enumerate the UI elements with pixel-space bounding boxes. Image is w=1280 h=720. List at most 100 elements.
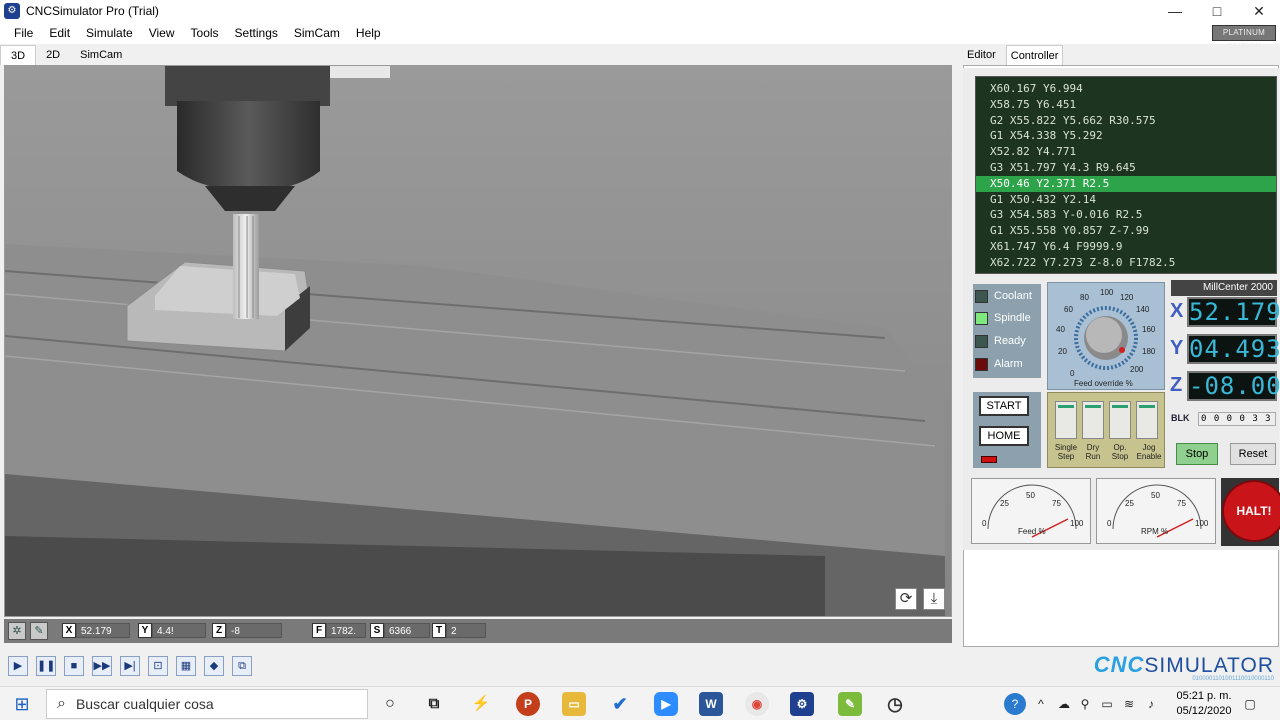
editor-app-icon[interactable]: ✎ (838, 692, 862, 716)
halt-panel: HALT! (1221, 478, 1280, 546)
menu-help[interactable]: Help (348, 22, 389, 44)
select-icon[interactable]: ⊡ (148, 656, 168, 676)
gcode-line: G1 X50.432 Y2.14 (990, 192, 1096, 206)
tab-controller[interactable]: Controller (1005, 45, 1064, 65)
app-lightning-icon[interactable]: ⚡ (469, 692, 493, 716)
battery-icon[interactable]: ▭ (1098, 687, 1116, 720)
stop-icon[interactable]: ■ (64, 656, 84, 676)
status-z: Z -8 (212, 623, 282, 638)
halt-button[interactable]: HALT! (1224, 482, 1280, 540)
jog-enable-label: Jog Enable (1136, 443, 1162, 461)
volume-icon[interactable]: ♪ (1142, 687, 1160, 720)
zoom-icon[interactable]: ▶ (654, 692, 678, 716)
spindle-indicator: Spindle (975, 309, 1031, 327)
film-icon[interactable]: ▦ (176, 656, 196, 676)
single-step-label: Single Step (1054, 443, 1078, 461)
blk-label: BLK (1171, 413, 1190, 423)
gcode-line: X52.82 Y4.771 (990, 145, 1077, 159)
menu-file[interactable]: File (6, 22, 41, 44)
status-speed: S 6366 (370, 623, 430, 638)
gcode-line: X61.747 Y6.4 F9999.9 (990, 239, 1123, 253)
tab-editor[interactable]: Editor (963, 45, 1000, 65)
rpm-gauge: 0 25 50 75 100 RPM % (1096, 478, 1216, 544)
wifi-icon[interactable]: ≋ (1120, 687, 1138, 720)
view-tabs: 3D 2D SimCam (0, 45, 133, 65)
gcode-listing: X60.167 Y6.994 X58.75 Y6.451 G2 X55.822 … (975, 76, 1277, 274)
menu-edit[interactable]: Edit (41, 22, 78, 44)
stop-button[interactable]: Stop (1176, 443, 1218, 465)
start-button[interactable]: START (979, 396, 1029, 416)
todo-icon[interactable]: ✔ (608, 692, 632, 716)
fast-forward-icon[interactable]: ▶▶ (92, 656, 112, 676)
usb-icon[interactable]: ⚲ (1076, 687, 1094, 720)
right-tabs: Editor Controller (963, 45, 1069, 65)
3d-viewport[interactable]: ⟳ ⤓ (4, 65, 952, 617)
cloud-icon[interactable]: ☁ (1054, 687, 1074, 720)
tab-2d[interactable]: 2D (36, 45, 70, 65)
jog-enable-switch[interactable] (1136, 401, 1158, 439)
reset-view-icon[interactable]: ⤓ (923, 588, 945, 610)
export-icon[interactable]: ⧉ (232, 656, 252, 676)
word-icon[interactable]: W (699, 692, 723, 716)
gcode-line: G3 X54.583 Y-0.016 R2.5 (990, 208, 1143, 222)
feed-gauge-label: Feed % (1018, 527, 1046, 536)
gcode-line: G1 X54.338 Y5.292 (990, 129, 1103, 143)
switch-panel: Single Step Dry Run Op. Stop Jog Enable (1047, 392, 1165, 468)
pencil-icon[interactable]: ✎ (30, 622, 48, 640)
home-button[interactable]: HOME (979, 426, 1029, 446)
dro-y-display: 04.493 (1187, 334, 1280, 364)
menu-simulate[interactable]: Simulate (78, 22, 141, 44)
task-view-icon[interactable]: ⧉ (422, 692, 446, 716)
dro-z-display: -08.00 (1187, 371, 1280, 401)
clock-time: 05:21 p. m. (1176, 690, 1232, 702)
spindle-body (177, 101, 320, 191)
windows-start-icon[interactable]: ⊞ (0, 687, 44, 720)
maximize-button[interactable]: □ (1196, 0, 1238, 22)
status-feed: F 1782. (312, 623, 366, 638)
dro-y-label: Y (1170, 337, 1184, 359)
gcode-line: G1 X55.558 Y0.857 Z-7.99 (990, 224, 1149, 238)
op-stop-switch[interactable] (1109, 401, 1131, 439)
render-icon[interactable]: ◆ (204, 656, 224, 676)
minimize-button[interactable]: — (1154, 0, 1196, 22)
taskbar-search[interactable]: ⌕ Buscar cualquier cosa (46, 689, 368, 719)
status-x: X 52.179 (62, 623, 130, 638)
close-button[interactable]: ✕ (1238, 0, 1280, 22)
tab-simcam[interactable]: SimCam (70, 45, 132, 65)
clock-app-icon[interactable]: ◷ (883, 692, 907, 716)
gcode-line: X58.75 Y6.451 (990, 97, 1077, 111)
menu-settings[interactable]: Settings (227, 22, 286, 44)
gcode-line: X60.167 Y6.994 (990, 82, 1083, 95)
tab-3d[interactable]: 3D (0, 45, 37, 65)
step-icon[interactable]: ▶| (120, 656, 140, 676)
reset-button[interactable]: Reset (1230, 443, 1276, 465)
gcode-line: G2 X55.822 Y5.662 R30.575 (990, 113, 1156, 127)
notification-icon[interactable]: ▢ (1240, 687, 1260, 720)
cortana-icon[interactable]: ○ (378, 692, 402, 716)
dro-x-display: 52.179 (1187, 297, 1280, 327)
taskbar-clock[interactable]: 05:21 p. m. 05/12/2020 (1162, 689, 1246, 719)
play-icon[interactable]: ▶ (8, 656, 28, 676)
menu-simcam[interactable]: SimCam (286, 22, 348, 44)
settings-icon[interactable]: ✲ (8, 622, 26, 640)
feed-override-panel: 0 20 40 60 80 100 120 140 160 180 200 Fe… (1047, 282, 1165, 390)
pause-icon[interactable]: ❚❚ (36, 656, 56, 676)
dro-z-label: Z (1170, 374, 1183, 396)
cnc-taskbar-icon[interactable]: ⚙ (790, 692, 814, 716)
menu-tools[interactable]: Tools (183, 22, 227, 44)
menu-bar: File Edit Simulate View Tools Settings S… (0, 22, 1280, 51)
machine-name: MillCenter 2000 (1171, 280, 1277, 296)
chevron-up-icon[interactable]: ^ (1032, 687, 1050, 720)
op-stop-label: Op. Stop (1111, 443, 1129, 461)
single-step-switch[interactable] (1055, 401, 1077, 439)
rotate-view-icon[interactable]: ⟳ (895, 588, 917, 610)
coolant-indicator: Coolant (975, 287, 1032, 305)
file-explorer-icon[interactable]: ▭ (562, 692, 586, 716)
powerpoint-icon[interactable]: P (516, 692, 540, 716)
feed-override-knob[interactable] (1048, 283, 1166, 391)
menu-view[interactable]: View (141, 22, 183, 44)
feed-gauge: 0 25 50 75 100 Feed % (971, 478, 1091, 544)
chrome-icon[interactable]: ◉ (745, 692, 769, 716)
help-icon[interactable]: ? (1004, 693, 1026, 715)
dry-run-switch[interactable] (1082, 401, 1104, 439)
